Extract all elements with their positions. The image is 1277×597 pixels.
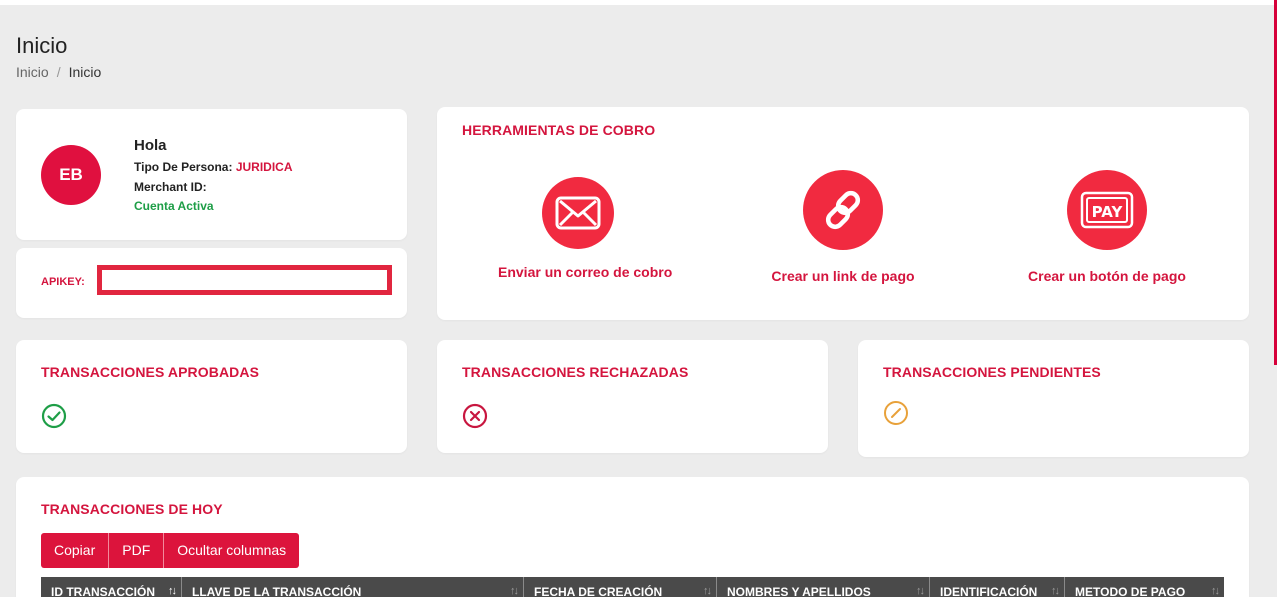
breadcrumb-current: Inicio [68, 64, 102, 80]
apikey-label: APIKEY: [41, 276, 85, 288]
hide-columns-button[interactable]: Ocultar columnas [164, 533, 300, 568]
table-export-buttons: Copiar PDF Ocultar columnas [41, 533, 300, 568]
merchant-id-label: Merchant ID: [134, 179, 207, 194]
profile-card: EB Hola Tipo De Persona: JURIDICA Mercha… [16, 109, 407, 240]
tools-title: HERRAMIENTAS DE COBRO [462, 122, 656, 138]
column-label: METODO DE PAGO [1075, 585, 1186, 597]
send-payment-email-label: Enviar un correo de cobro [498, 264, 673, 280]
column-header-payment-method[interactable]: METODO DE PAGO ↑↓ [1065, 577, 1224, 597]
pending-transactions-card[interactable]: TRANSACCIONES PENDIENTES [858, 340, 1249, 457]
breadcrumb-separator: / [56, 64, 61, 80]
column-label: FECHA DE CREACIÓN [534, 585, 663, 597]
breadcrumb-home-link[interactable]: Inicio [16, 64, 49, 80]
sort-icon[interactable]: ↑↓ [916, 585, 925, 597]
pay-button-icon: PAY [1067, 170, 1147, 250]
sort-icon[interactable]: ↑↓ [703, 585, 712, 597]
person-type-row: Tipo De Persona: JURIDICA [134, 160, 292, 180]
column-label: LLAVE DE LA TRANSACCIÓN [192, 585, 362, 597]
column-header-identification[interactable]: IDENTIFICACIÓN ↑↓ [930, 577, 1065, 597]
person-type-value: JURIDICA [235, 160, 293, 174]
create-payment-link-button[interactable]: Crear un link de pago [763, 170, 923, 284]
page-title: Inicio [16, 33, 68, 58]
column-header-creation-date[interactable]: FECHA DE CREACIÓN ↑↓ [524, 577, 717, 597]
pending-transactions-title: TRANSACCIONES PENDIENTES [883, 364, 1101, 380]
apikey-card: APIKEY: [16, 248, 407, 318]
sort-icon[interactable]: ↑↓ [1051, 585, 1060, 597]
sort-icon[interactable]: ↑↓ [510, 585, 519, 597]
column-header-transaction-id[interactable]: ID TRANSACCIÓN ↑↓ [41, 577, 182, 597]
avatar: EB [41, 145, 101, 205]
rejected-transactions-card[interactable]: TRANSACCIONES RECHAZADAS [437, 340, 828, 453]
breadcrumb: Inicio / Inicio [16, 64, 101, 80]
greeting: Hola [134, 137, 167, 154]
approved-transactions-title: TRANSACCIONES APROBADAS [41, 364, 260, 380]
pdf-button[interactable]: PDF [109, 533, 165, 568]
link-chain-icon [803, 170, 883, 250]
slash-circle-icon [883, 400, 909, 431]
today-transactions-title: TRANSACCIONES DE HOY [41, 501, 223, 517]
x-circle-icon [462, 403, 488, 434]
person-type-label: Tipo De Persona: [134, 160, 233, 174]
create-payment-link-label: Crear un link de pago [771, 268, 915, 284]
copy-button[interactable]: Copiar [41, 533, 110, 568]
column-label: ID TRANSACCIÓN [51, 585, 155, 597]
column-label: NOMBRES Y APELLIDOS [727, 585, 871, 597]
create-payment-button-button[interactable]: PAY Crear un botón de pago [1027, 170, 1187, 284]
today-transactions-card: TRANSACCIONES DE HOY Copiar PDF Ocultar … [16, 477, 1249, 597]
transactions-table-header: ID TRANSACCIÓN ↑↓ LLAVE DE LA TRANSACCIÓN… [41, 577, 1224, 597]
rejected-transactions-title: TRANSACCIONES RECHAZADAS [462, 364, 689, 380]
column-label: IDENTIFICACIÓN [940, 585, 1038, 597]
send-payment-email-button[interactable]: Enviar un correo de cobro [498, 177, 673, 280]
payment-tools-card: HERRAMIENTAS DE COBRO Enviar un correo d… [437, 107, 1249, 320]
column-header-transaction-key[interactable]: LLAVE DE LA TRANSACCIÓN ↑↓ [182, 577, 524, 597]
envelope-icon [542, 177, 614, 249]
approved-transactions-card[interactable]: TRANSACCIONES APROBADAS [16, 340, 407, 453]
account-status: Cuenta Activa [134, 199, 214, 213]
merchant-id-row: Merchant ID: [134, 180, 292, 200]
apikey-field[interactable] [97, 265, 392, 295]
create-payment-button-label: Crear un botón de pago [1028, 268, 1186, 284]
profile-info: Hola Tipo De Persona: JURIDICA Merchant … [134, 137, 292, 213]
sort-icon[interactable]: ↑↓ [168, 585, 177, 597]
top-bar [0, 0, 1277, 5]
sort-icon[interactable]: ↑↓ [1211, 585, 1220, 597]
column-header-full-name[interactable]: NOMBRES Y APELLIDOS ↑↓ [717, 577, 930, 597]
svg-text:PAY: PAY [1092, 203, 1124, 221]
check-circle-icon [41, 403, 67, 434]
